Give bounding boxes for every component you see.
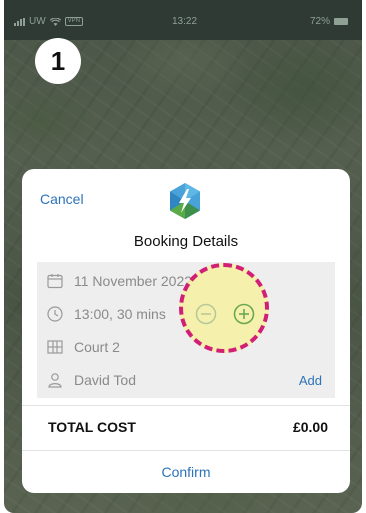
- status-bar: UW VPN 13:22 72%: [4, 0, 362, 40]
- person-icon: [48, 373, 62, 388]
- time-duration-value: 13:00, 30 mins: [74, 306, 166, 322]
- court-value: Court 2: [74, 339, 120, 355]
- plus-circle-icon[interactable]: [233, 303, 255, 325]
- clock-icon: [47, 306, 63, 322]
- calendar-icon: [47, 274, 63, 289]
- court-row[interactable]: Court 2: [37, 332, 335, 362]
- vpn-badge: VPN: [64, 17, 84, 26]
- stepper-highlight-callout: [179, 263, 269, 353]
- status-right: 72%: [310, 16, 348, 27]
- court-grid-icon: [47, 340, 63, 354]
- minus-circle-icon[interactable]: [195, 303, 217, 325]
- player-row: David Tod Add: [37, 365, 335, 395]
- cancel-button[interactable]: Cancel: [40, 191, 84, 207]
- divider: [22, 405, 350, 406]
- status-time: 13:22: [172, 16, 198, 27]
- total-cost-value: £0.00: [292, 419, 328, 435]
- battery-icon: [334, 18, 348, 25]
- dialog-title: Booking Details: [133, 233, 239, 250]
- carrier-label: UW: [29, 16, 46, 27]
- player-name: David Tod: [74, 372, 137, 388]
- wifi-icon: [49, 17, 61, 26]
- battery-percent: 72%: [309, 16, 330, 27]
- app-logo-icon: [170, 183, 200, 219]
- confirm-button[interactable]: Confirm: [22, 451, 350, 493]
- total-cost-label: TOTAL COST: [48, 419, 136, 435]
- add-player-button[interactable]: Add: [299, 373, 322, 388]
- booking-details-dialog: Cancel Booking Details 11 November 2022 …: [22, 169, 350, 493]
- date-value: 11 November 2022: [74, 273, 193, 289]
- status-left: UW VPN: [14, 16, 84, 27]
- signal-icon: [14, 17, 25, 26]
- step-number-badge: 1: [35, 38, 81, 84]
